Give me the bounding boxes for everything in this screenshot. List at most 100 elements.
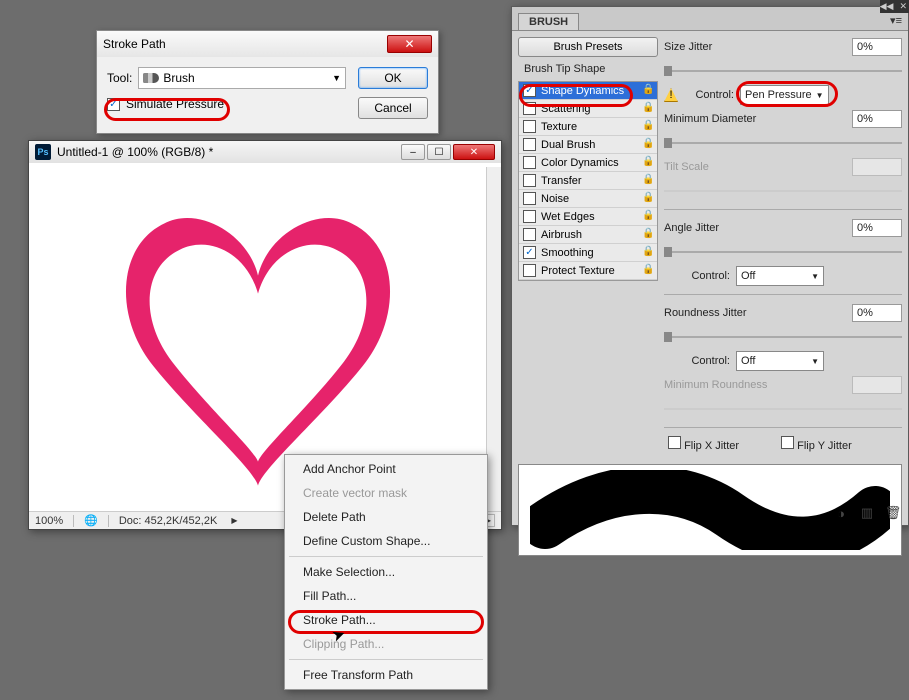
min-diameter-label: Minimum Diameter bbox=[664, 113, 766, 125]
checkbox-checked-icon: ✓ bbox=[523, 84, 536, 97]
brush-tab[interactable]: BRUSH bbox=[518, 13, 579, 30]
chevron-down-icon: ▼ bbox=[816, 91, 824, 100]
option-protect-texture[interactable]: Protect Texture🔒 bbox=[519, 262, 657, 280]
checkbox-icon bbox=[523, 264, 536, 277]
checkbox-checked-icon: ✓ bbox=[523, 246, 536, 259]
toggle-preview-icon[interactable]: ◑ bbox=[832, 505, 850, 521]
roundness-jitter-label: Roundness Jitter bbox=[664, 307, 766, 319]
angle-control-dropdown[interactable]: Off▼ bbox=[736, 266, 824, 286]
option-transfer[interactable]: Transfer🔒 bbox=[519, 172, 657, 190]
min-roundness-label: Minimum Roundness bbox=[664, 379, 794, 391]
heart-shape bbox=[98, 206, 418, 496]
brush-panel: ◀◀✕ BRUSH ▾≡ Brush Presets Brush Tip Sha… bbox=[511, 6, 909, 526]
lock-icon[interactable]: 🔒 bbox=[642, 139, 653, 150]
close-icon[interactable]: ✕ bbox=[453, 144, 495, 160]
maximize-icon[interactable]: ☐ bbox=[427, 144, 451, 160]
chevron-down-icon: ▼ bbox=[811, 272, 819, 281]
zoom-value[interactable]: 100% bbox=[35, 515, 63, 527]
option-wet-edges[interactable]: Wet Edges🔒 bbox=[519, 208, 657, 226]
option-scattering[interactable]: Scattering🔒 bbox=[519, 100, 657, 118]
min-roundness-input bbox=[852, 376, 902, 394]
angle-jitter-label: Angle Jitter bbox=[664, 222, 766, 234]
menu-fill-path[interactable]: Fill Path... bbox=[285, 584, 487, 608]
option-color-dynamics[interactable]: Color Dynamics🔒 bbox=[519, 154, 657, 172]
tool-value: Brush bbox=[163, 71, 194, 85]
globe-icon[interactable]: 🌐 bbox=[84, 514, 98, 527]
simulate-pressure-checkbox[interactable]: ✓ Simulate Pressure bbox=[107, 97, 346, 111]
option-shape-dynamics[interactable]: ✓Shape Dynamics🔒 bbox=[519, 82, 657, 100]
lock-icon[interactable]: 🔒 bbox=[642, 85, 653, 96]
size-jitter-input[interactable]: 0% bbox=[852, 38, 902, 56]
ok-button[interactable]: OK bbox=[358, 67, 428, 89]
brush-tip-shape-item[interactable]: Brush Tip Shape bbox=[518, 61, 658, 77]
doc-size: Doc: 452,2K/452,2K bbox=[119, 515, 217, 527]
lock-icon[interactable]: 🔒 bbox=[642, 121, 653, 132]
roundness-control-dropdown[interactable]: Off▼ bbox=[736, 351, 824, 371]
vertical-scrollbar[interactable] bbox=[486, 167, 501, 511]
warning-icon: ! bbox=[664, 88, 678, 102]
close-icon[interactable]: ✕ bbox=[387, 35, 432, 53]
lock-icon[interactable]: 🔒 bbox=[642, 229, 653, 240]
option-smoothing[interactable]: ✓Smoothing🔒 bbox=[519, 244, 657, 262]
size-jitter-slider[interactable] bbox=[664, 68, 902, 74]
option-airbrush[interactable]: Airbrush🔒 bbox=[519, 226, 657, 244]
tool-dropdown[interactable]: Brush ▼ bbox=[138, 67, 346, 89]
lock-icon[interactable]: 🔒 bbox=[642, 175, 653, 186]
chevron-down-icon: ▼ bbox=[811, 357, 819, 366]
lock-icon[interactable]: 🔒 bbox=[642, 193, 653, 204]
angle-jitter-input[interactable]: 0% bbox=[852, 219, 902, 237]
checkbox-icon bbox=[668, 436, 681, 449]
chevron-right-icon[interactable]: ▶ bbox=[231, 516, 237, 525]
stroke-path-titlebar[interactable]: Stroke Path ✕ bbox=[97, 31, 438, 57]
size-control-dropdown[interactable]: Pen Pressure▼ bbox=[740, 85, 829, 105]
new-brush-icon[interactable]: ▥ bbox=[858, 505, 876, 521]
panel-menu-icon[interactable]: ▾≡ bbox=[890, 14, 902, 27]
roundness-jitter-slider[interactable] bbox=[664, 334, 902, 340]
cancel-button[interactable]: Cancel bbox=[358, 97, 428, 119]
tool-label: Tool: bbox=[107, 71, 132, 85]
min-diameter-slider[interactable] bbox=[664, 140, 902, 146]
simulate-pressure-label: Simulate Pressure bbox=[126, 97, 224, 111]
option-dual-brush[interactable]: Dual Brush🔒 bbox=[519, 136, 657, 154]
lock-icon[interactable]: 🔒 bbox=[642, 103, 653, 114]
angle-jitter-slider[interactable] bbox=[664, 249, 902, 255]
brush-presets-button[interactable]: Brush Presets bbox=[518, 37, 658, 57]
min-diameter-input[interactable]: 0% bbox=[852, 110, 902, 128]
control-label: Control: bbox=[684, 89, 734, 101]
checkbox-icon bbox=[523, 138, 536, 151]
checkbox-icon bbox=[523, 120, 536, 133]
stroke-path-title: Stroke Path bbox=[103, 37, 166, 51]
checkbox-icon bbox=[523, 192, 536, 205]
flip-x-checkbox[interactable]: Flip X Jitter bbox=[668, 436, 739, 452]
lock-icon[interactable]: 🔒 bbox=[642, 211, 653, 222]
checkbox-icon bbox=[523, 174, 536, 187]
lock-icon[interactable]: 🔒 bbox=[642, 157, 653, 168]
minimize-icon[interactable]: – bbox=[401, 144, 425, 160]
menu-add-anchor-point[interactable]: Add Anchor Point bbox=[285, 457, 487, 481]
flip-y-checkbox[interactable]: Flip Y Jitter bbox=[781, 436, 852, 452]
brush-options-list: ✓Shape Dynamics🔒 Scattering🔒 Texture🔒 Du… bbox=[518, 81, 658, 281]
lock-icon[interactable]: 🔒 bbox=[642, 247, 653, 258]
roundness-jitter-input[interactable]: 0% bbox=[852, 304, 902, 322]
checkbox-icon bbox=[523, 228, 536, 241]
checkbox-checked-icon: ✓ bbox=[107, 98, 120, 111]
control-label: Control: bbox=[664, 355, 730, 367]
stroke-path-dialog: Stroke Path ✕ Tool: Brush ▼ ✓ Simulate P… bbox=[96, 30, 439, 134]
option-noise[interactable]: Noise🔒 bbox=[519, 190, 657, 208]
trash-icon[interactable]: 🗑 bbox=[884, 505, 902, 521]
menu-separator bbox=[289, 659, 483, 660]
menu-define-custom-shape[interactable]: Define Custom Shape... bbox=[285, 529, 487, 553]
panel-flyout[interactable]: ◀◀✕ bbox=[880, 0, 909, 13]
option-texture[interactable]: Texture🔒 bbox=[519, 118, 657, 136]
brush-icon bbox=[143, 73, 159, 83]
menu-delete-path[interactable]: Delete Path bbox=[285, 505, 487, 529]
document-titlebar[interactable]: Ps Untitled-1 @ 100% (RGB/8) * – ☐ ✕ bbox=[29, 141, 501, 163]
menu-free-transform-path[interactable]: Free Transform Path bbox=[285, 663, 487, 687]
menu-stroke-path[interactable]: Stroke Path... bbox=[285, 608, 487, 632]
tilt-scale-slider bbox=[664, 188, 902, 194]
menu-make-selection[interactable]: Make Selection... bbox=[285, 560, 487, 584]
menu-clipping-path: Clipping Path... bbox=[285, 632, 487, 656]
lock-icon[interactable]: 🔒 bbox=[642, 265, 653, 276]
context-menu: Add Anchor Point Create vector mask Dele… bbox=[284, 454, 488, 690]
menu-separator bbox=[289, 556, 483, 557]
